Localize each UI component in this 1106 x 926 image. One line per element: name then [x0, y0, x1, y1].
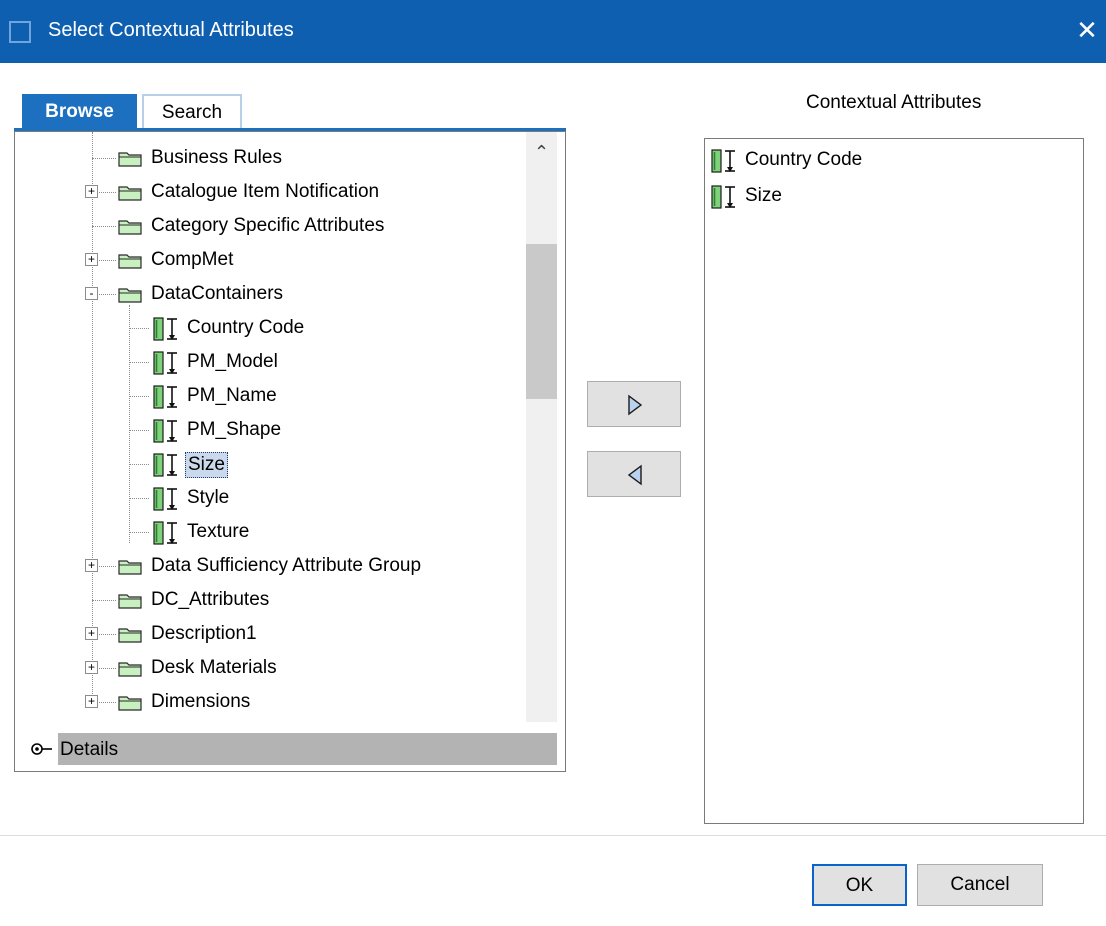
expand-icon[interactable]: +: [85, 695, 98, 708]
title-bar[interactable]: Select Contextual Attributes ✕: [0, 0, 1106, 63]
tree-folder-item[interactable]: + Catalogue Item Notification: [15, 177, 525, 207]
expand-icon[interactable]: +: [85, 627, 98, 640]
ok-button[interactable]: OK: [812, 864, 907, 906]
folder-icon: [118, 628, 142, 643]
tree-folder-item[interactable]: Category Specific Attributes: [15, 211, 525, 241]
folder-icon: [118, 696, 142, 711]
folder-icon: [118, 254, 142, 269]
tab-search[interactable]: Search: [142, 94, 242, 130]
attribute-icon: [153, 317, 177, 341]
tree-folder-item[interactable]: DC_Attributes: [15, 585, 525, 615]
details-toggle-bar[interactable]: Details: [14, 733, 557, 765]
details-label: Details: [60, 739, 119, 760]
expand-icon[interactable]: +: [85, 559, 98, 572]
scrollbar-thumb[interactable]: [526, 244, 557, 399]
expand-icon[interactable]: +: [85, 661, 98, 674]
attribute-icon: [153, 419, 177, 443]
tree-connector: [129, 464, 149, 465]
tree-item-label: Texture: [187, 521, 250, 542]
tree-attribute-item[interactable]: Country Code: [15, 313, 525, 343]
selected-attribute-item[interactable]: Country Code: [709, 145, 1079, 175]
tree-connector: [129, 532, 149, 533]
tree-item-label: PM_Shape: [187, 419, 282, 440]
tab-browse[interactable]: Browse: [22, 94, 137, 130]
tree-attribute-item[interactable]: PM_Shape: [15, 415, 525, 445]
tree-folder-item[interactable]: + CompMet: [15, 245, 525, 275]
tree-item-label: Description1: [151, 623, 257, 644]
tree-item-label: Category Specific Attributes: [151, 215, 385, 236]
tree-item-label: Business Rules: [151, 147, 282, 168]
folder-icon: [118, 186, 142, 201]
attribute-icon: [153, 521, 177, 545]
cancel-button[interactable]: Cancel: [917, 864, 1043, 906]
tree-attribute-item[interactable]: PM_Name: [15, 381, 525, 411]
remove-attribute-button[interactable]: [587, 451, 681, 497]
browse-tree-panel: Business Rules + Catalogue Item Notificati…: [14, 131, 566, 772]
folder-icon: [118, 662, 142, 677]
tree-item-label: DataContainers: [151, 283, 284, 304]
tree-item-label: PM_Name: [187, 385, 277, 406]
tree-folder-item[interactable]: + Description1: [15, 619, 525, 649]
folder-icon: [118, 288, 142, 303]
close-icon[interactable]: ✕: [1072, 12, 1102, 48]
arrow-left-icon: [627, 464, 642, 486]
tree-item-label: CompMet: [151, 249, 234, 270]
tree-attribute-item[interactable]: Texture: [15, 517, 525, 547]
attribute-icon: [711, 185, 735, 209]
window-title: Select Contextual Attributes: [48, 19, 294, 41]
tree-folder-item[interactable]: - DataContainers: [15, 279, 525, 309]
selected-attribute-item[interactable]: Size: [709, 181, 1079, 211]
tree-attribute-item[interactable]: Size: [15, 449, 525, 479]
tree-attribute-item[interactable]: PM_Model: [15, 347, 525, 377]
selected-attribute-label: Size: [745, 185, 782, 206]
arrow-right-icon: [628, 394, 643, 416]
tree-connector: [129, 396, 149, 397]
folder-icon: [118, 594, 142, 609]
folder-icon: [118, 220, 142, 235]
selected-attribute-label: Country Code: [745, 149, 863, 170]
dialog-window: Select Contextual Attributes ✕ Browse Se…: [0, 0, 1106, 926]
add-attribute-button[interactable]: [587, 381, 681, 427]
tree-connector: [129, 328, 149, 329]
tree-item-label: Desk Materials: [151, 657, 277, 678]
tree-item-label: Data Sufficiency Attribute Group: [151, 555, 422, 576]
tree-folder-item[interactable]: Business Rules: [15, 143, 525, 173]
attribute-icon: [153, 351, 177, 375]
tree-scrollbar[interactable]: ⌃: [526, 132, 557, 722]
tree-connector: [92, 226, 116, 227]
collapse-icon[interactable]: -: [85, 287, 98, 300]
tree-folder-item[interactable]: + Dimensions: [15, 687, 525, 717]
tree-connector: [92, 158, 116, 159]
tree-folder-item[interactable]: + Data Sufficiency Attribute Group: [15, 551, 525, 581]
attribute-tree[interactable]: Business Rules + Catalogue Item Notificati…: [15, 132, 525, 722]
folder-icon: [118, 152, 142, 167]
selected-attributes-list[interactable]: Country Code Size: [704, 138, 1084, 824]
tree-connector: [129, 430, 149, 431]
tree-item-label: PM_Model: [187, 351, 278, 372]
folder-icon: [118, 560, 142, 575]
attribute-icon: [153, 487, 177, 511]
expand-details-icon[interactable]: [30, 741, 60, 757]
attribute-icon: [153, 453, 177, 477]
tree-item-label: Style: [187, 487, 230, 508]
app-icon: [9, 21, 31, 43]
scroll-up-icon[interactable]: ⌃: [526, 142, 557, 166]
tree-attribute-item[interactable]: Style: [15, 483, 525, 513]
details-bar-background: [58, 733, 557, 765]
footer-divider: [0, 835, 1106, 836]
tree-item-label: Dimensions: [151, 691, 251, 712]
tree-connector: [129, 498, 149, 499]
attribute-icon: [153, 385, 177, 409]
expand-icon[interactable]: +: [85, 185, 98, 198]
tree-item-label: DC_Attributes: [151, 589, 270, 610]
tree-connector: [92, 600, 116, 601]
tree-folder-item[interactable]: + Desk Materials: [15, 653, 525, 683]
contextual-attributes-heading: Contextual Attributes: [806, 92, 982, 113]
tree-connector: [129, 362, 149, 363]
expand-icon[interactable]: +: [85, 253, 98, 266]
attribute-icon: [711, 149, 735, 173]
tree-item-label: Size: [185, 452, 228, 478]
tree-item-label: Catalogue Item Notification: [151, 181, 380, 202]
tree-item-label: Country Code: [187, 317, 305, 338]
